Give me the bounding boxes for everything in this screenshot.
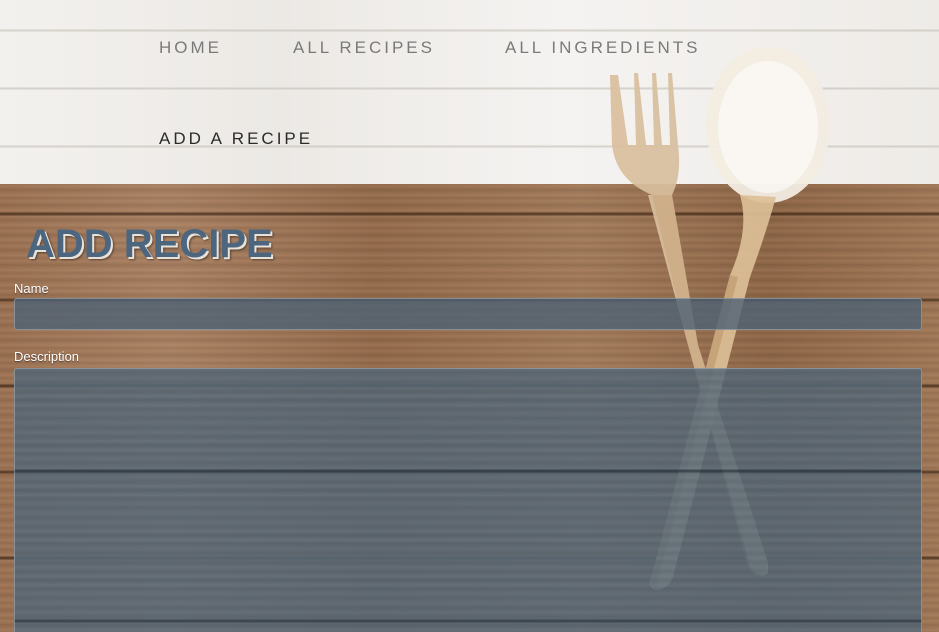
description-label: Description <box>14 349 80 364</box>
nav-all-ingredients[interactable]: ALL INGREDIENTS <box>505 38 701 58</box>
name-label: Name <box>14 281 49 296</box>
description-textarea[interactable] <box>14 368 922 632</box>
nav-add-recipe[interactable]: ADD A RECIPE <box>159 129 313 149</box>
nav-all-recipes[interactable]: ALL RECIPES <box>293 38 435 58</box>
page-title: ADD RECIPE <box>26 222 273 266</box>
nav-home[interactable]: HOME <box>159 38 222 58</box>
name-input[interactable] <box>14 298 922 330</box>
site-header: HOME ALL RECIPES ALL INGREDIENTS ADD A R… <box>0 0 939 184</box>
